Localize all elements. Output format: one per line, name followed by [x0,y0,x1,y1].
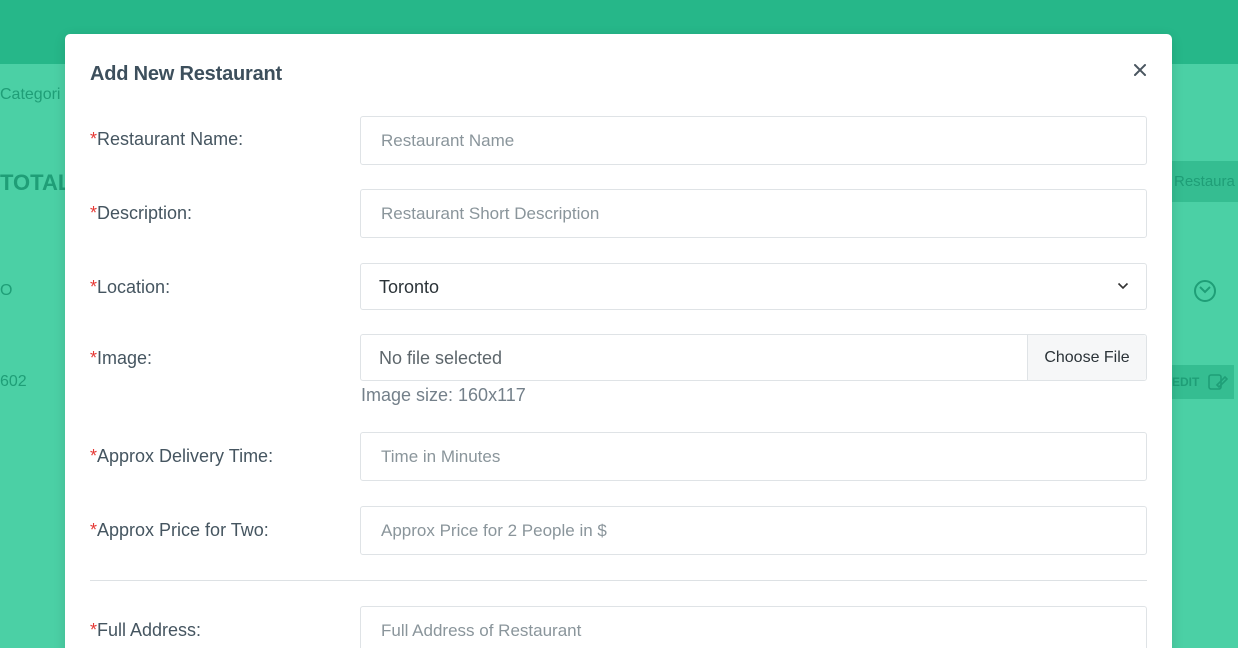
background-row-text: 602 [0,373,27,390]
delivery-time-label-text: Approx Delivery Time: [97,446,274,466]
background-row-text: O [0,282,13,299]
background-categories-text: Categori [0,86,61,103]
required-marker: * [90,277,98,297]
modal-title: Add New Restaurant [90,63,282,85]
close-icon [1134,64,1146,76]
description-input[interactable] [360,189,1147,238]
restaurant-name-input[interactable] [360,116,1147,165]
form-divider [90,580,1147,581]
full-address-input[interactable] [360,606,1147,648]
price-for-two-label: *Approx Price for Two: [90,520,269,541]
image-label: *Image: [90,348,152,369]
restaurant-name-label: *Restaurant Name: [90,129,243,150]
background-add-restaurant-label: Restaura [1174,173,1235,190]
description-label: *Description: [90,203,192,224]
image-file-input[interactable]: No file selected Choose File [360,334,1147,381]
background-edit-label: EDIT [1172,375,1200,389]
file-status-text: No file selected [379,348,503,368]
chevron-circle-down-icon [1194,280,1216,302]
chevron-down-icon [1117,282,1129,290]
location-label: *Location: [90,277,170,298]
required-marker: * [90,446,98,466]
required-marker: * [90,520,98,540]
required-marker: * [90,620,98,640]
price-for-two-input[interactable] [360,506,1147,555]
location-label-text: Location: [97,277,171,297]
delivery-time-input[interactable] [360,432,1147,481]
edit-icon [1208,374,1228,390]
image-size-hint: Image size: 160x117 [361,385,526,405]
delivery-time-label: *Approx Delivery Time: [90,446,273,467]
add-restaurant-modal: Add New Restaurant *Restaurant Name: *De… [65,34,1172,648]
location-select[interactable]: Toronto [360,263,1147,310]
description-label-text: Description: [97,203,193,223]
required-marker: * [90,129,98,149]
choose-file-button[interactable]: Choose File [1027,335,1146,380]
required-marker: * [90,348,98,368]
image-label-text: Image: [97,348,153,368]
background-total-text: TOTAL [0,170,72,195]
restaurant-name-label-text: Restaurant Name: [97,129,244,149]
price-for-two-label-text: Approx Price for Two: [97,520,269,540]
required-marker: * [90,203,98,223]
full-address-label: *Full Address: [90,620,201,641]
location-selected-value: Toronto [379,277,440,297]
full-address-label-text: Full Address: [97,620,202,640]
close-button[interactable] [1129,59,1151,81]
